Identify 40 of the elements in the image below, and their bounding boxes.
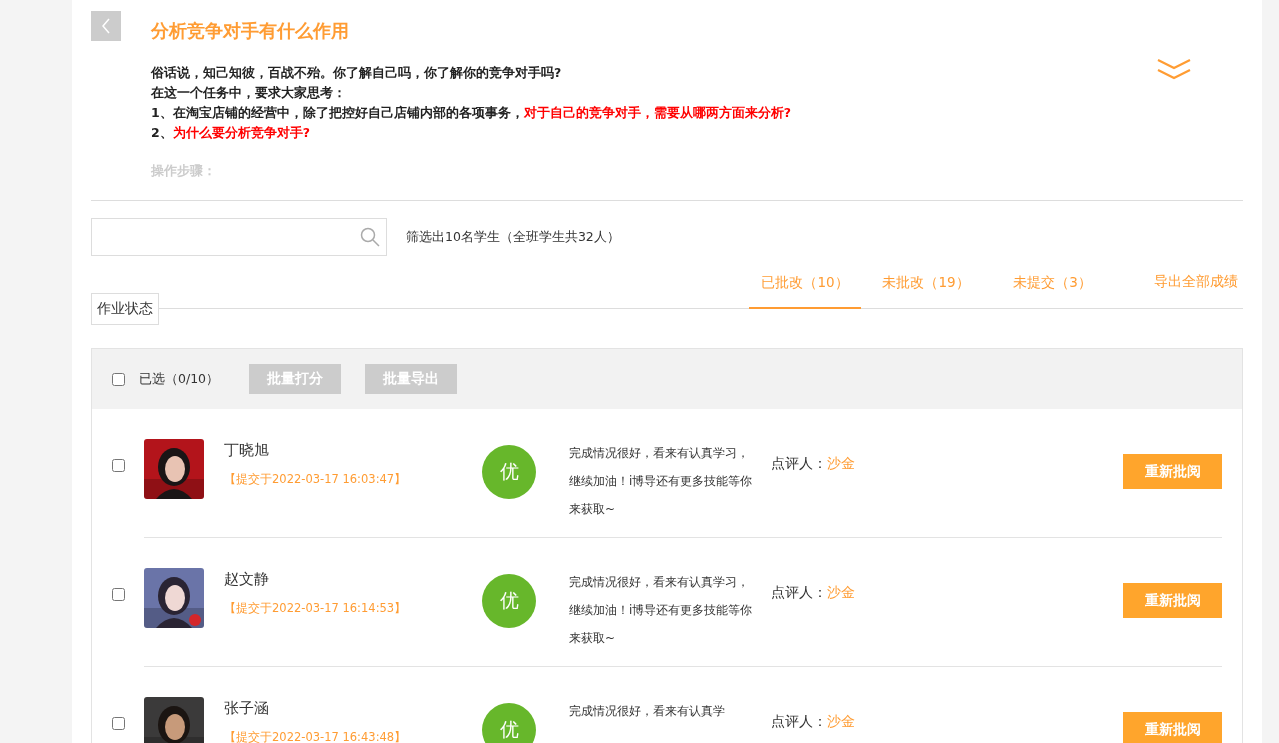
- task-description-line: 2、为什么要分析竞争对手?: [151, 124, 311, 142]
- search-icon: [360, 227, 380, 247]
- submit-time: 【提交于2022-03-17 16:14:53】: [224, 601, 408, 616]
- grade-badge: 优: [482, 574, 536, 628]
- row-checkbox[interactable]: [112, 459, 125, 472]
- chevron-left-icon: [101, 18, 111, 34]
- student-name: 赵文静: [224, 570, 270, 589]
- reviewer-name: 沙金: [827, 713, 855, 731]
- task-description-line: 1、在淘宝店铺的经营中，除了把控好自己店铺内部的各项事务，对于自己的竞争对手，需要从哪两方面来分析?: [151, 104, 791, 122]
- review-comment: 完成情况很好，看来有认真学: [569, 703, 726, 720]
- status-label: 作业状态: [91, 293, 159, 325]
- selected-count: 已选（0/10）: [139, 370, 220, 388]
- task-title: 分析竞争对手有什么作用: [151, 19, 350, 43]
- export-all-link[interactable]: 导出全部成绩: [1114, 273, 1243, 308]
- review-comment: 完成情况很好，看来有认真学习，继续加油！i博导还有更多技能等你来获取~: [569, 445, 754, 518]
- submit-time: 【提交于2022-03-17 16:43:48】: [224, 730, 408, 743]
- status-tab[interactable]: 未提交（3）: [991, 274, 1114, 309]
- submit-time: 【提交于2022-03-17 16:03:47】: [224, 472, 408, 487]
- re-review-button[interactable]: 重新批阅: [1123, 454, 1222, 489]
- row-checkbox[interactable]: [112, 717, 125, 730]
- search-field[interactable]: [91, 218, 387, 256]
- grade-badge: 优: [482, 703, 536, 743]
- reviewer-label: 点评人：: [771, 713, 827, 731]
- student-name: 张子涵: [224, 699, 270, 718]
- status-tab[interactable]: 已批改（10）: [749, 274, 861, 309]
- task-description-line: 在这一个任务中，要求大家思考：: [151, 84, 347, 102]
- select-all-checkbox[interactable]: [112, 372, 125, 386]
- filter-summary: 筛选出10名学生（全班学生共32人）: [406, 228, 620, 246]
- reviewer-label: 点评人：: [771, 584, 827, 602]
- grade-badge: 优: [482, 445, 536, 499]
- reviewer-name: 沙金: [827, 455, 855, 473]
- row-checkbox[interactable]: [112, 588, 125, 601]
- review-comment: 完成情况很好，看来有认真学习，继续加油！i博导还有更多技能等你来获取~: [569, 574, 754, 647]
- student-name: 丁晓旭: [224, 441, 270, 460]
- reviewer-name: 沙金: [827, 584, 855, 602]
- re-review-button[interactable]: 重新批阅: [1123, 583, 1222, 618]
- re-review-button[interactable]: 重新批阅: [1123, 712, 1222, 743]
- reviewer-label: 点评人：: [771, 455, 827, 473]
- status-tab[interactable]: 未批改（19）: [861, 274, 991, 309]
- task-description-line: 俗话说，知己知彼，百战不殆。你了解自己吗，你了解你的竞争对手吗?: [151, 64, 563, 82]
